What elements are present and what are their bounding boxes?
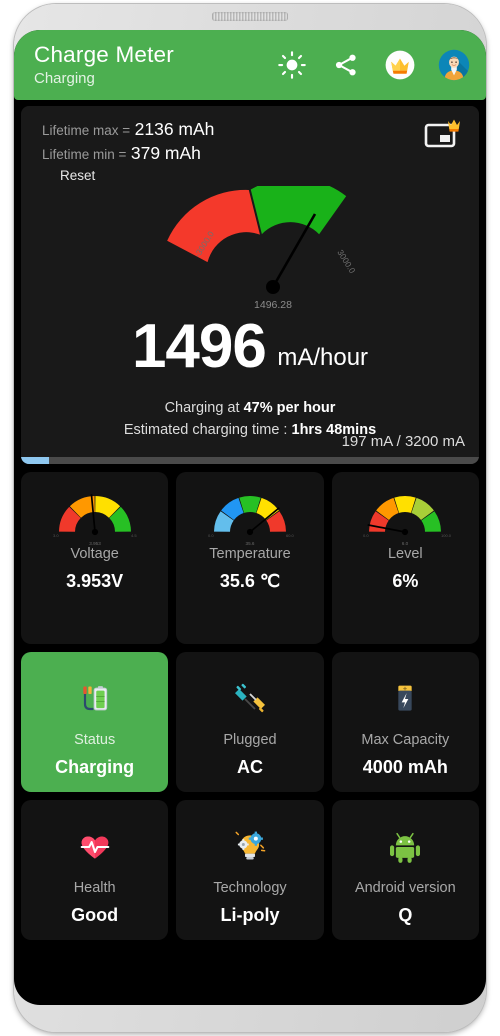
card-android-version[interactable]: Android version Q (331, 800, 479, 940)
card-health[interactable]: Health Good (21, 800, 169, 940)
card-plugged[interactable]: Plugged AC (176, 652, 324, 792)
card-label: Android version (354, 880, 456, 896)
card-label: Max Capacity (361, 732, 450, 748)
share-icon (335, 54, 356, 76)
estimated-time-prefix: Estimated charging time : (123, 422, 292, 438)
card-label: Level (387, 546, 423, 562)
card-value: 6% (392, 571, 419, 591)
current-range-text: 197 mA / 3200 mA (341, 433, 465, 450)
app-bar-titles: Charge Meter Charging (34, 42, 174, 88)
lifetime-max-label: Lifetime max = (42, 123, 131, 138)
avatar-icon (438, 49, 470, 81)
card-label: Temperature (209, 546, 291, 562)
svg-text:0.0: 0.0 (208, 533, 214, 538)
page-title: Charge Meter (34, 42, 174, 67)
sun-icon (278, 51, 306, 79)
main-reading-unit: mA/hour (277, 344, 369, 371)
card-label: Health (73, 880, 116, 896)
card-status[interactable]: Status Charging (21, 652, 169, 792)
gauge-icon: 0.0 100.06.0 (363, 496, 452, 546)
svg-text:100.0: 100.0 (441, 533, 452, 538)
card-value: Charging (55, 757, 135, 777)
gauge-icon: 0.0 60.035.6 (208, 496, 295, 546)
gauge-value-label: 1496.28 (254, 299, 292, 311)
card-technology[interactable]: Technology Li-poly (176, 800, 324, 940)
picture-in-picture-button[interactable] (423, 119, 463, 151)
svg-text:4.5: 4.5 (131, 533, 137, 538)
card-value: 3.953V (66, 571, 124, 591)
android-icon (390, 832, 421, 863)
lightbulb-gear-icon (235, 831, 266, 860)
card-temperature[interactable]: 0.0 60.0 35.6 Temperature 35.6 ℃ (176, 472, 324, 644)
brightness-button[interactable] (276, 49, 308, 81)
lifetime-max-row: Lifetime max = 2136 mAh (42, 118, 214, 142)
card-value: Q (398, 905, 413, 925)
charge-progress-fill (21, 457, 50, 464)
gauge-needle (271, 213, 317, 288)
heartbeat-icon (80, 836, 109, 859)
main-gauge: -3000.0 3000.0 1496.28 (21, 178, 479, 316)
earpiece-speaker (212, 12, 288, 21)
stats-grid: 3.0 4.5 3.953 Voltage 3.953V 0.0 60.0 35.6 Tempe… (21, 472, 479, 940)
lifetime-max-value: 2136 mAh (134, 119, 215, 139)
share-button[interactable] (330, 49, 362, 81)
card-icon-wrap (385, 820, 425, 874)
battery-bolt-icon (398, 685, 412, 711)
phone-screen: Charge Meter Charging Lifetime max = 213… (14, 30, 486, 1005)
lifetime-stats: Lifetime max = 2136 mAh Lifetime min = 3… (42, 118, 214, 166)
picture-in-picture-icon (424, 119, 460, 148)
premium-button[interactable] (384, 49, 416, 81)
card-value: Good (71, 905, 119, 925)
reset-button[interactable]: Reset (60, 168, 95, 183)
card-voltage[interactable]: 3.0 4.5 3.953 Voltage 3.953V (21, 472, 169, 644)
charging-rate: Charging at 47% per hour (21, 400, 479, 416)
lifetime-min-label: Lifetime min = (42, 147, 127, 162)
card-icon-wrap: 0.0 60.0 35.6 (195, 490, 305, 546)
svg-text:0.0: 0.0 (363, 533, 369, 538)
card-value: Li-poly (220, 905, 280, 925)
charge-progress-bar (21, 457, 479, 464)
gauge-band-negative (167, 189, 260, 263)
card-value: 35.6 ℃ (219, 571, 281, 591)
main-reading-value: 1496 (131, 312, 267, 381)
card-icon-wrap (385, 672, 425, 726)
card-label: Technology (213, 880, 287, 896)
phone-mockup: Charge Meter Charging Lifetime max = 213… (0, 0, 500, 1036)
card-icon-wrap (75, 820, 115, 874)
app-bar: Charge Meter Charging (14, 30, 486, 100)
crown-icon (385, 50, 415, 80)
charging-rate-value: 47% per hour (243, 400, 336, 416)
card-level[interactable]: 0.0 100.0 6.0 Level 6% (331, 472, 479, 644)
lifetime-min-value: 379 mAh (130, 143, 201, 163)
card-icon-wrap (230, 672, 270, 726)
main-reading: 1496 mA/hour (21, 311, 479, 382)
card-label: Voltage (70, 546, 119, 562)
lifetime-min-row: Lifetime min = 379 mAh (42, 142, 214, 166)
card-label: Plugged (223, 732, 277, 748)
gauge-icon: 3.0 4.53.953 (53, 494, 137, 546)
battery-charging-icon (82, 686, 107, 711)
card-icon-wrap: 3.0 4.5 3.953 (40, 490, 150, 546)
card-label: Status (74, 732, 116, 748)
profile-button[interactable] (438, 49, 470, 81)
card-icon-wrap (230, 820, 270, 874)
plug-icon (234, 683, 265, 713)
charging-rate-prefix: Charging at (164, 400, 244, 416)
card-max-capacity[interactable]: Max Capacity 4000 mAh (331, 652, 479, 792)
card-value: AC (236, 757, 263, 777)
current-panel: Lifetime max = 2136 mAh Lifetime min = 3… (21, 106, 479, 464)
gauge-hub (266, 280, 280, 294)
gauge-max-tick: 3000.0 (335, 248, 357, 276)
card-value: 4000 mAh (362, 757, 448, 777)
card-icon-wrap: 0.0 100.0 6.0 (350, 490, 460, 546)
status-subtitle: Charging (34, 70, 95, 87)
app-bar-actions (174, 49, 472, 81)
main-gauge-svg: -3000.0 3000.0 1496.28 (167, 178, 358, 311)
svg-text:3.0: 3.0 (53, 533, 59, 538)
svg-text:60.0: 60.0 (286, 533, 295, 538)
card-icon-wrap (75, 672, 115, 726)
